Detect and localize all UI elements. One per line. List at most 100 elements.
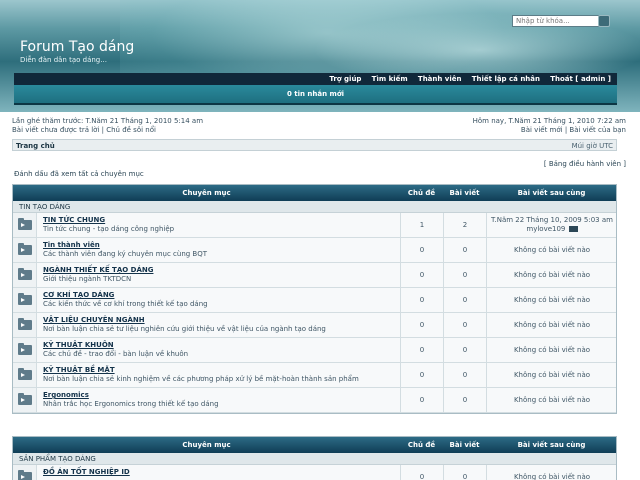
forum-link[interactable]: Tin thành viên xyxy=(43,241,100,249)
forum-topic-count: 0 xyxy=(400,263,443,287)
last-post-author[interactable]: mylove109 xyxy=(526,225,565,233)
mark-all-read-link[interactable]: Đánh dấu đã xem tất cả chuyên mục xyxy=(14,170,144,178)
forum-description: Nơi bàn luận chia sẻ kinh nghiệm về các … xyxy=(43,375,359,383)
forum-row: KỸ THUẬT KHUÔN Các chủ đề - trao đổi - b… xyxy=(13,338,616,363)
visit-info: Lần ghé thăm trước: T.Năm 21 Tháng 1, 20… xyxy=(12,117,203,135)
forum-folder-icon xyxy=(18,318,32,330)
forum-status-cell xyxy=(13,338,37,362)
forum-post-count: 0 xyxy=(443,313,486,337)
forum-last-post: Không có bài viết nào xyxy=(486,388,617,412)
forum-row: CƠ KHÍ TẠO DÁNG Các kiến thức về cơ khí … xyxy=(13,288,616,313)
forum-last-post: Không có bài viết nào xyxy=(486,238,617,262)
forum-topic-count: 0 xyxy=(400,338,443,362)
forum-description: Các kiến thức về cơ khí trong thiết kế t… xyxy=(43,300,208,308)
header-last-post: Bài viết sau cùng xyxy=(517,189,586,197)
header-posts: Bài viết xyxy=(449,441,480,449)
unanswered-links[interactable]: Bài viết chưa được trả lời | Chủ đề sôi … xyxy=(12,126,203,135)
forum-last-post: Không có bài viết nào xyxy=(486,465,617,480)
forum-status-cell xyxy=(13,213,37,237)
forum-post-count: 0 xyxy=(443,465,486,480)
table-header: Chuyên mục Chủ đề Bài viết Bài viết sau … xyxy=(13,437,616,453)
forum-link[interactable]: CƠ KHÍ TẠO DÁNG xyxy=(43,291,114,299)
forum-status-cell xyxy=(13,313,37,337)
forum-row: KỸ THUẬT BỀ MẶT Nơi bàn luận chia sẻ kin… xyxy=(13,363,616,388)
forum-row: TIN TỨC CHUNG Tin tức chung - tạo dáng c… xyxy=(13,213,616,238)
forum-topic-count: 0 xyxy=(400,238,443,262)
forum-last-post: Không có bài viết nào xyxy=(486,263,617,287)
forum-link[interactable]: KỸ THUẬT KHUÔN xyxy=(43,341,114,349)
current-time-text: Hôm nay, T.Năm 21 Tháng 1, 2010 7:22 am xyxy=(472,117,626,125)
site-title[interactable]: Forum Tạo dáng xyxy=(20,39,134,55)
last-visit-text: Lần ghé thăm trước: T.Năm 21 Tháng 1, 20… xyxy=(12,117,204,125)
forum-post-count: 0 xyxy=(443,388,486,412)
top-navbar: Trợ giúp Tìm kiếm Thành viên Thiết lập c… xyxy=(14,73,617,85)
forum-last-post: Không có bài viết nào xyxy=(486,313,617,337)
nav-help[interactable]: Trợ giúp xyxy=(329,73,361,85)
header-topics: Chủ đề xyxy=(407,441,436,449)
forum-status-cell xyxy=(13,465,37,480)
view-latest-post-icon[interactable] xyxy=(568,226,578,232)
last-post-date: T.Năm 22 Tháng 10, 2009 5:03 am xyxy=(491,216,613,224)
new-messages-link[interactable]: 0 tin nhắn mới xyxy=(287,90,344,98)
site-header: Forum Tạo dáng Diễn đàn dân tạo dáng... … xyxy=(0,0,640,112)
forum-link[interactable]: NGÀNH THIẾT KẾ TẠO DÁNG xyxy=(43,266,153,274)
forum-status-cell xyxy=(13,263,37,287)
forum-last-post: Không có bài viết nào xyxy=(486,338,617,362)
nav-logout[interactable]: Thoát [ admin ] xyxy=(550,73,611,85)
forum-link[interactable]: KỸ THUẬT BỀ MẶT xyxy=(43,366,115,374)
header-topics: Chủ đề xyxy=(407,189,436,197)
new-posts-links[interactable]: Bài viết mới | Bài viết của bạn xyxy=(473,126,626,135)
breadcrumb-home[interactable]: Trang chủ xyxy=(16,142,55,150)
forum-description: Giới thiệu ngành TKTDCN xyxy=(43,275,132,283)
forum-topic-count: 0 xyxy=(400,388,443,412)
forum-status-cell xyxy=(13,238,37,262)
nav-settings[interactable]: Thiết lập cá nhân xyxy=(472,73,540,85)
forum-link[interactable]: Ergonomics xyxy=(43,391,89,399)
forum-post-count: 0 xyxy=(443,238,486,262)
header-last-post: Bài viết sau cùng xyxy=(517,441,586,449)
forum-folder-icon xyxy=(18,368,32,380)
header-forum: Chuyên mục xyxy=(182,441,231,449)
site-description: Diễn đàn dân tạo dáng... xyxy=(20,56,107,64)
forum-description: Nơi bàn luận chia sẻ tư liệu nghiên cứu … xyxy=(43,325,326,333)
forum-folder-icon xyxy=(18,393,32,405)
forum-post-count: 0 xyxy=(443,263,486,287)
nav-members[interactable]: Thành viên xyxy=(418,73,462,85)
forum-row: Tin thành viên Các thành viên đang ký ch… xyxy=(13,238,616,263)
forum-row: Ergonomics Nhân trắc học Ergonomics tron… xyxy=(13,388,616,413)
header-posts: Bài viết xyxy=(449,189,480,197)
category-row[interactable]: SẢN PHẨM TẠO DÁNG xyxy=(13,453,616,465)
forum-status-cell xyxy=(13,288,37,312)
forum-description: Các thành viên đang ký chuyên mục cùng B… xyxy=(43,250,208,258)
forum-link[interactable]: ĐỒ ÁN TỐT NGHIỆP ID xyxy=(43,468,130,476)
messages-bar: 0 tin nhắn mới xyxy=(14,85,617,105)
forum-last-post: Không có bài viết nào xyxy=(486,363,617,387)
forum-post-count: 0 xyxy=(443,338,486,362)
moderator-panel-link[interactable]: [ Bảng điều hành viên ] xyxy=(544,160,626,168)
breadcrumb: Trang chủ Múi giờ UTC xyxy=(12,139,617,151)
forum-table-1: Chuyên mục Chủ đề Bài viết Bài viết sau … xyxy=(12,184,617,414)
forum-status-cell xyxy=(13,363,37,387)
forum-topic-count: 0 xyxy=(400,288,443,312)
nav-search[interactable]: Tìm kiếm xyxy=(372,73,408,85)
forum-topic-count: 0 xyxy=(400,465,443,480)
forum-folder-icon xyxy=(18,343,32,355)
forum-last-post: T.Năm 22 Tháng 10, 2009 5:03 am mylove10… xyxy=(486,213,617,237)
forum-row: VẬT LIỆU CHUYÊN NGÀNH Nơi bàn luận chia … xyxy=(13,313,616,338)
forum-folder-icon xyxy=(18,268,32,280)
forum-folder-icon xyxy=(18,218,32,230)
forum-link[interactable]: TIN TỨC CHUNG xyxy=(43,216,105,224)
forum-folder-icon xyxy=(18,293,32,305)
forum-table-2: Chuyên mục Chủ đề Bài viết Bài viết sau … xyxy=(12,436,617,480)
search-button[interactable] xyxy=(598,15,610,27)
forum-description: Nhân trắc học Ergonomics trong thiết kế … xyxy=(43,400,219,408)
forum-description: Tin tức chung - tạo dáng công nghiệp xyxy=(43,225,175,233)
forum-description: Các chủ đề - trao đổi - bàn luận về khuô… xyxy=(43,350,189,358)
forum-last-post: Không có bài viết nào xyxy=(486,288,617,312)
category-row[interactable]: TIN TẠO DÁNG xyxy=(13,201,616,213)
header-forum: Chuyên mục xyxy=(182,189,231,197)
forum-link[interactable]: VẬT LIỆU CHUYÊN NGÀNH xyxy=(43,316,145,324)
forum-post-count: 0 xyxy=(443,288,486,312)
forum-topic-count: 0 xyxy=(400,313,443,337)
search-input[interactable]: Nhập từ khóa... xyxy=(512,15,606,27)
